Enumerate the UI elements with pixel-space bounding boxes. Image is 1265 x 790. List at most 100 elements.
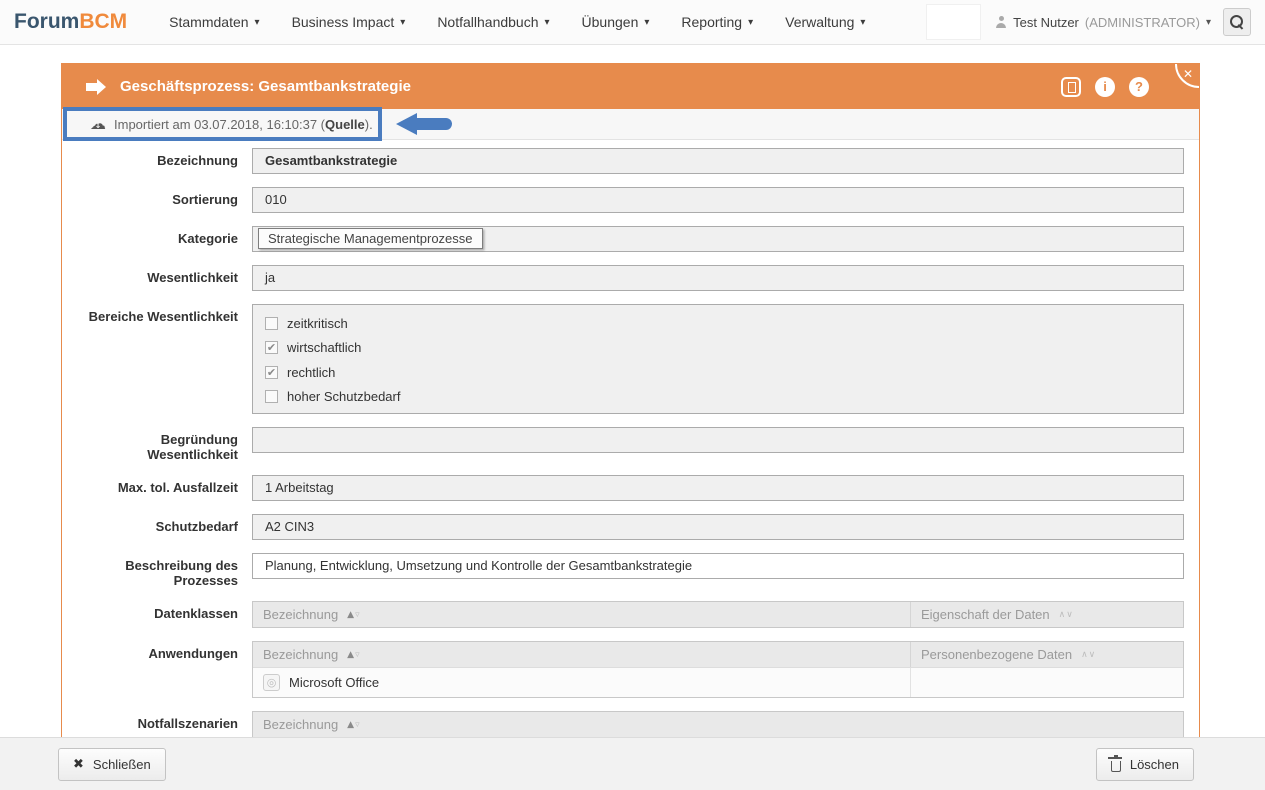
column-header-eigenschaft[interactable]: Eigenschaft der Daten∧∨ [911,602,1183,627]
datenklassen-table: Bezeichnung▲▿ Eigenschaft der Daten∧∨ [252,601,1184,628]
menu-label: Reporting [681,14,742,30]
search-icon [1230,15,1244,29]
form-row-beschreibung: Beschreibung des Prozesses Planung, Entw… [76,553,1184,588]
menu-item-business-impact[interactable]: Business Impact ▾ [292,14,406,30]
form-row-bezeichnung: Bezeichnung Gesamtbankstrategie [76,148,1184,174]
anwendungen-rows: ◎Microsoft Office [253,667,1183,697]
wesentlichkeit-input[interactable]: ja [252,265,1184,291]
checkbox-row: ✔rechtlich [265,360,1171,385]
chevron-down-icon: ▾ [400,17,405,28]
panel-close-button[interactable]: ✕ [1175,64,1199,88]
menu-label: Verwaltung [785,14,854,30]
menu-label: Stammdaten [169,14,248,30]
user-icon [995,16,1007,28]
user-role: (ADMINISTRATOR) [1085,15,1200,30]
form-row-datenklassen: Datenklassen Bezeichnung▲▿ Eigenschaft d… [76,601,1184,628]
begruendung-input[interactable] [252,427,1184,453]
sort-icon: ∧∨ [1081,650,1096,660]
close-button-label: Schließen [93,757,151,772]
sortierung-input[interactable]: 010 [252,187,1184,213]
chevron-down-icon: ▾ [545,17,550,28]
panel-title: Geschäftsprozess: Gesamtbankstrategie [120,78,411,95]
field-label: Schutzbedarf [76,514,252,540]
field-label: Notfallszenarien [76,711,252,738]
checkbox-label: hoher Schutzbedarf [287,389,400,404]
field-label: Max. tol. Ausfallzeit [76,475,252,501]
close-button[interactable]: ✖ Schließen [58,748,166,781]
table-header: Bezeichnung▲▿ Personenbezogene Daten∧∨ [253,642,1183,667]
chevron-down-icon: ▾ [748,17,753,28]
chevron-down-icon: ▾ [644,17,649,28]
search-button[interactable] [1223,8,1251,36]
close-x-icon: ✖ [73,757,84,772]
info-icon[interactable]: i [1095,77,1115,97]
beschreibung-input[interactable]: Planung, Entwicklung, Umsetzung und Kont… [252,553,1184,579]
kategorie-field: Strategische Managementprozesse [252,226,1184,252]
form-row-kategorie: Kategorie Strategische Managementprozess… [76,226,1184,252]
column-header-personenbezogene-daten[interactable]: Personenbezogene Daten∧∨ [911,642,1183,667]
sort-icon: ▲▿ [347,720,360,730]
schutzbedarf-input[interactable]: A2 CIN3 [252,514,1184,540]
anwendungen-table: Bezeichnung▲▿ Personenbezogene Daten∧∨ ◎… [252,641,1184,698]
field-label: Bezeichnung [76,148,252,174]
user-menu[interactable]: Test Nutzer (ADMINISTRATOR) ▾ [995,15,1211,30]
logo-part-1: Forum [14,10,79,33]
field-label: Kategorie [76,226,252,252]
checkbox-checked[interactable]: ✔ [265,366,278,379]
top-navbar: ForumBCM Stammdaten ▾ Business Impact ▾ No… [0,0,1265,45]
kategorie-chip[interactable]: Strategische Managementprozesse [258,228,483,249]
menu-label: Business Impact [292,14,395,30]
menu-item-notfallhandbuch[interactable]: Notfallhandbuch ▾ [437,14,549,30]
table-header: Bezeichnung▲▿ Eigenschaft der Daten∧∨ [253,602,1183,627]
sort-icon: ▲▿ [347,650,360,660]
form-row-begruendung: Begründung Wesentlichkeit [76,427,1184,462]
process-form: Bezeichnung Gesamtbankstrategie Sortieru… [62,140,1199,754]
cloud-download-icon: ☁↓ [90,116,106,132]
checkbox-checked[interactable]: ✔ [265,341,278,354]
help-icon[interactable]: ? [1129,77,1149,97]
footer-action-bar: ✖ Schließen Löschen [0,737,1265,790]
bereiche-checkbox-group: zeitkritisch✔wirtschaftlich✔rechtlichhoh… [252,304,1184,414]
checkbox-unchecked[interactable] [265,390,278,403]
column-header-bezeichnung[interactable]: Bezeichnung▲▿ [253,712,1183,737]
form-row-notfallszenarien: Notfallszenarien Bezeichnung▲▿ [76,711,1184,738]
field-label: Datenklassen [76,601,252,628]
trash-icon [1111,761,1121,772]
field-label: Wesentlichkeit [76,265,252,291]
sort-icon: ∧∨ [1059,610,1074,620]
delete-button[interactable]: Löschen [1096,748,1194,781]
checkbox-unchecked[interactable] [265,317,278,330]
process-detail-panel: Geschäftsprozess: Gesamtbankstrategie i … [61,63,1200,755]
field-label: Begründung Wesentlichkeit [76,427,252,462]
personenbezogene-daten-cell [911,668,1183,697]
menu-item-uebungen[interactable]: Übungen▾ [582,14,650,30]
pdf-export-icon[interactable] [1061,77,1081,97]
checkbox-label: wirtschaftlich [287,340,361,355]
column-header-bezeichnung[interactable]: Bezeichnung▲▿ [253,642,911,667]
application-icon: ◎ [263,674,280,691]
form-row-schutzbedarf: Schutzbedarf A2 CIN3 [76,514,1184,540]
application-cell: ◎Microsoft Office [253,668,911,697]
menu-label: Notfallhandbuch [437,14,538,30]
quelle-link[interactable]: Quelle [325,117,365,132]
app-logo[interactable]: ForumBCM [14,10,127,34]
import-notice-bar: ☁↓ Importiert am 03.07.2018, 16:10:37 (Q… [62,109,1199,140]
ausfallzeit-input[interactable]: 1 Arbeitstag [252,475,1184,501]
table-header: Bezeichnung▲▿ [253,712,1183,737]
chevron-down-icon: ▾ [255,17,260,28]
column-header-bezeichnung[interactable]: Bezeichnung▲▿ [253,602,911,627]
menu-item-stammdaten[interactable]: Stammdaten ▾ [169,14,259,30]
user-name: Test Nutzer [1013,15,1079,30]
panel-header-icons: i ? [1061,77,1149,97]
field-label: Bereiche Wesentlichkeit [76,304,252,414]
menu-item-verwaltung[interactable]: Verwaltung▾ [785,14,865,30]
bezeichnung-input[interactable]: Gesamtbankstrategie [252,148,1184,174]
logo-part-2: BCM [79,10,127,33]
menu-item-reporting[interactable]: Reporting ▾ [681,14,753,30]
field-label: Beschreibung des Prozesses [76,553,252,588]
chevron-down-icon: ▾ [1206,17,1211,28]
form-row-anwendungen: Anwendungen Bezeichnung▲▿ Personenbezoge… [76,641,1184,698]
form-row-sortierung: Sortierung 010 [76,187,1184,213]
table-row[interactable]: ◎Microsoft Office [253,667,1183,697]
navbar-right: Test Nutzer (ADMINISTRATOR) ▾ [926,4,1251,40]
